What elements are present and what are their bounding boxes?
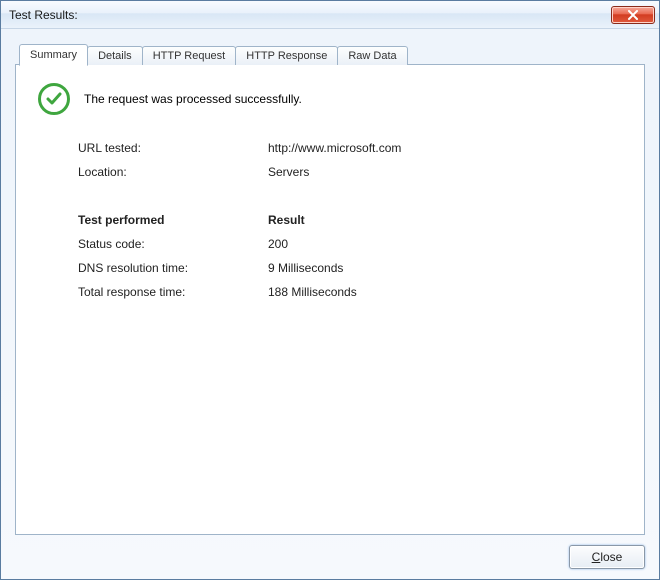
url-tested-label: URL tested: [78, 141, 268, 155]
total-response-label: Total response time: [78, 285, 268, 299]
status-code-label: Status code: [78, 237, 268, 251]
tab-http-request[interactable]: HTTP Request [142, 46, 237, 65]
dns-resolution-value: 9 Milliseconds [268, 261, 622, 275]
dialog-window: Test Results: Summary Details HTTP Reque… [0, 0, 660, 580]
titlebar: Test Results: [1, 1, 659, 29]
close-button-rest: lose [600, 550, 622, 564]
window-close-button[interactable] [611, 6, 655, 24]
tab-strip: Summary Details HTTP Request HTTP Respon… [15, 43, 645, 65]
dns-resolution-label: DNS resolution time: [78, 261, 268, 275]
tab-panel-summary: The request was processed successfully. … [15, 64, 645, 535]
tab-raw-data[interactable]: Raw Data [337, 46, 407, 65]
tab-details[interactable]: Details [87, 46, 143, 65]
results-grid: URL tested: http://www.microsoft.com Loc… [78, 141, 622, 299]
total-response-value: 188 Milliseconds [268, 285, 622, 299]
tab-summary[interactable]: Summary [19, 44, 88, 66]
close-icon [627, 10, 639, 20]
success-check-icon [38, 83, 70, 115]
grid-spacer [78, 189, 622, 203]
status-row: The request was processed successfully. [38, 83, 622, 115]
location-label: Location: [78, 165, 268, 179]
status-message: The request was processed successfully. [84, 92, 302, 106]
status-code-value: 200 [268, 237, 622, 251]
location-value: Servers [268, 165, 622, 179]
close-button[interactable]: Close [569, 545, 645, 569]
header-test-performed: Test performed [78, 213, 268, 227]
dialog-footer: Close [15, 535, 645, 569]
window-title: Test Results: [9, 8, 611, 22]
client-area: Summary Details HTTP Request HTTP Respon… [1, 29, 659, 579]
url-tested-value: http://www.microsoft.com [268, 141, 622, 155]
tab-http-response[interactable]: HTTP Response [235, 46, 338, 65]
header-result: Result [268, 213, 622, 227]
